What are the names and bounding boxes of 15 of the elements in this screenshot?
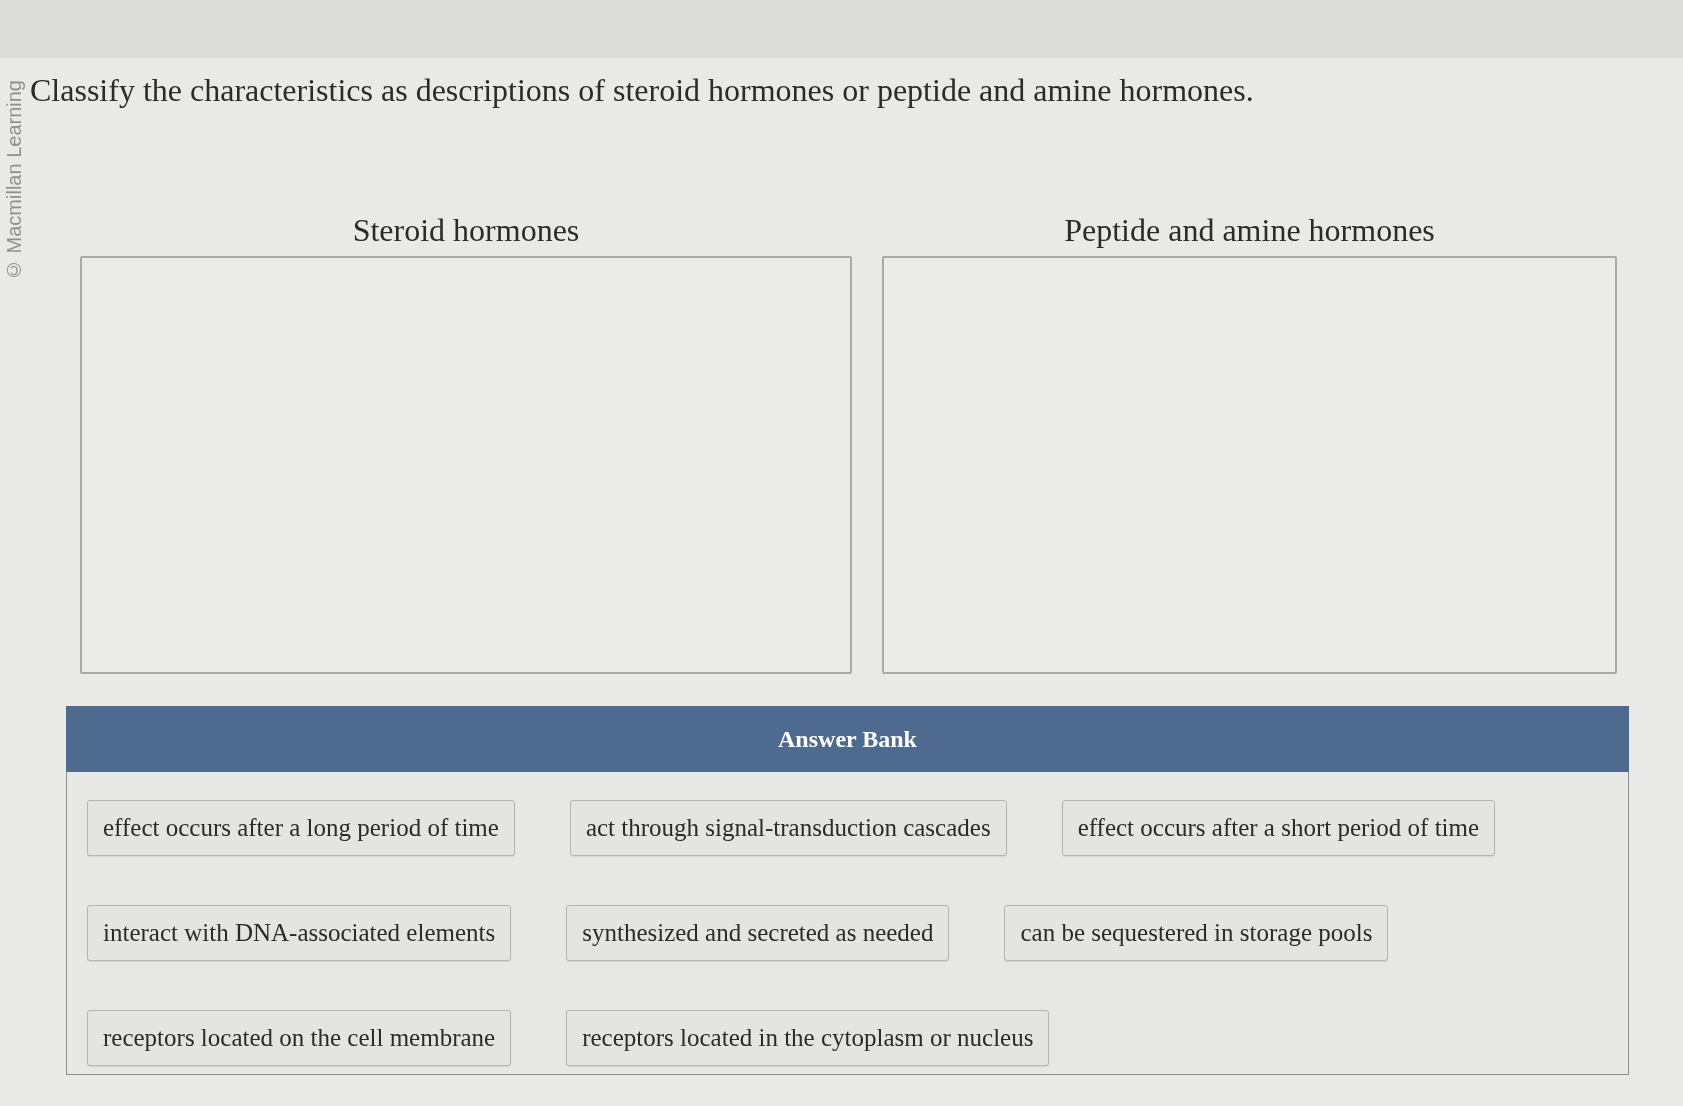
answer-chip[interactable]: synthesized and secreted as needed — [566, 905, 950, 961]
answer-chip[interactable]: can be sequestered in storage pools — [1004, 905, 1389, 961]
drop-zone[interactable] — [882, 256, 1617, 674]
answer-bank-title: Answer Bank — [778, 725, 917, 753]
category-heading: Steroid hormones — [352, 212, 580, 248]
answer-chip[interactable]: interact with DNA-associated elements — [87, 905, 512, 961]
drop-zone[interactable] — [80, 256, 852, 674]
answer-chip[interactable]: effect occurs after a short period of time — [1061, 800, 1496, 856]
category-heading: Peptide and amine hormones — [1064, 212, 1435, 248]
question-text: Classify the characteristics as descriptions of steroid hormones or peptide and amine hormones. — [30, 72, 1254, 108]
answer-chip[interactable]: receptors located on the cell membrane — [87, 1010, 512, 1066]
copyright-notice: © Macmillan Learning — [2, 80, 26, 281]
answer-chip[interactable]: receptors located in the cytoplasm or nucleus — [566, 1010, 1050, 1066]
answer-chip[interactable]: act through signal-transduction cascades — [569, 800, 1007, 856]
answer-chip[interactable]: effect occurs after a long period of time — [87, 800, 515, 856]
